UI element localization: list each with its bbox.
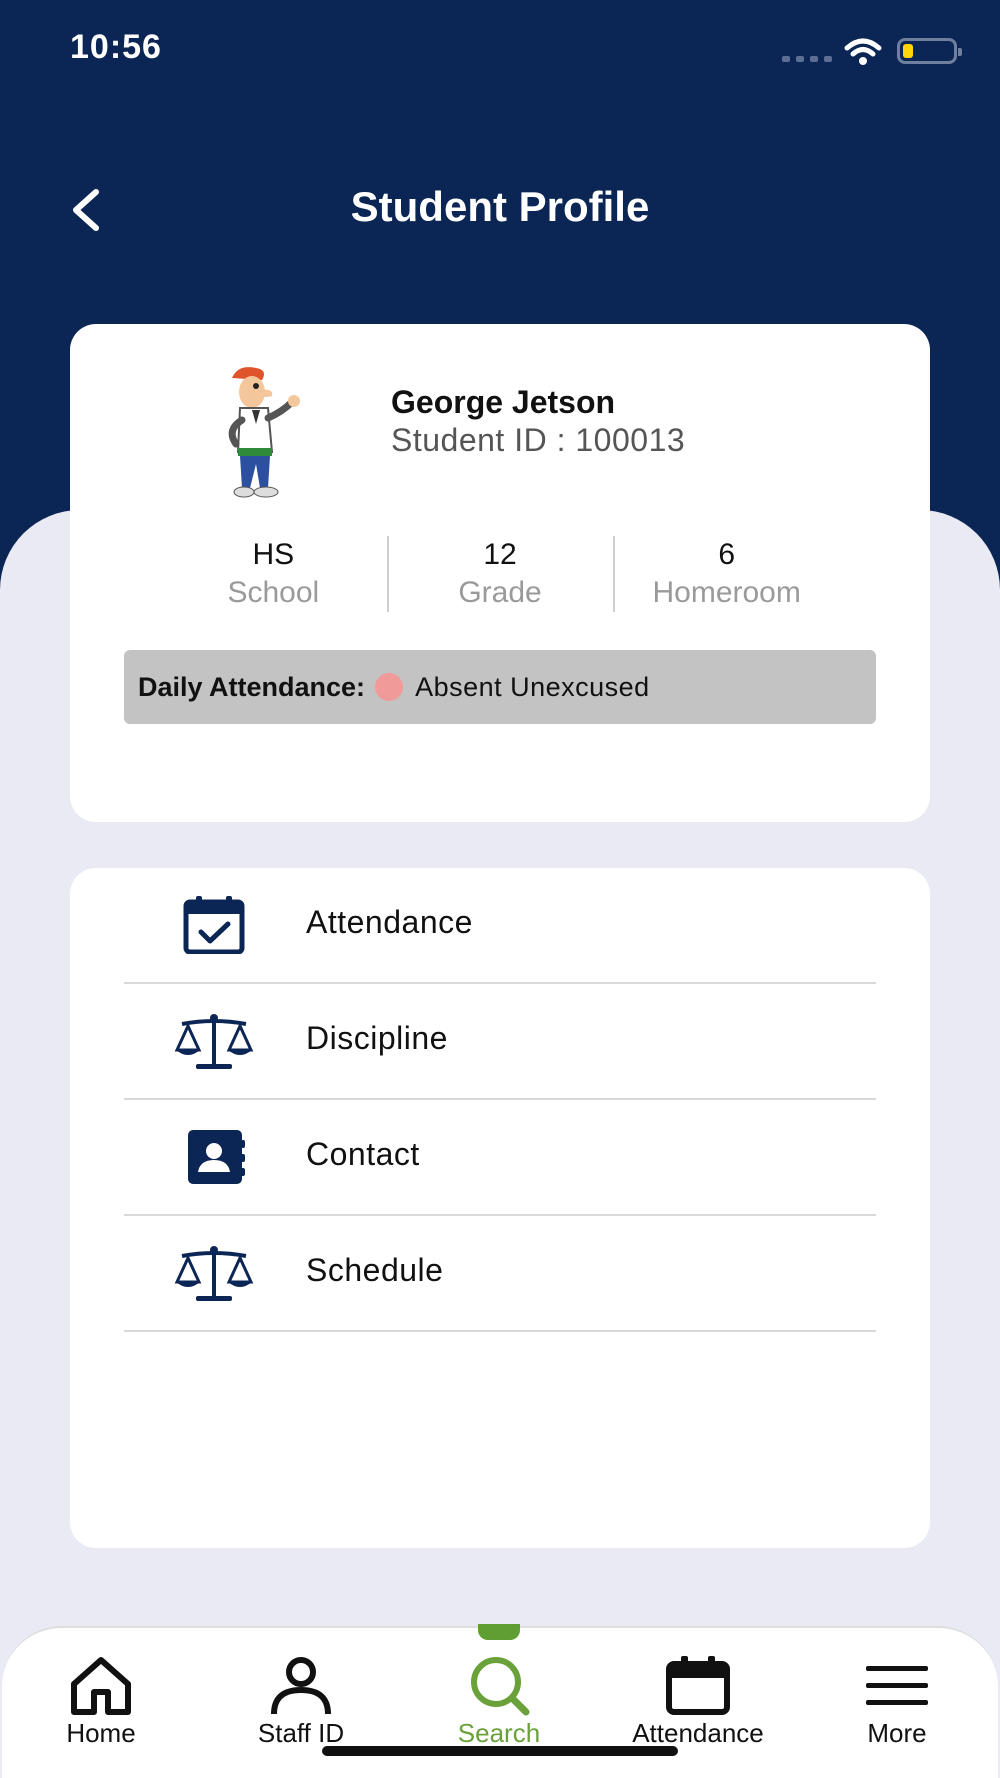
nav-label: Search	[457, 1718, 541, 1748]
stat-value: 12	[483, 538, 517, 571]
stat-label: School	[227, 576, 320, 609]
nav-label: More	[867, 1718, 927, 1748]
menu-item-label: Discipline	[306, 1020, 448, 1056]
contact-book-icon	[188, 1130, 245, 1184]
menu-item-schedule[interactable]: Schedule	[124, 1216, 876, 1332]
nav-staff-id[interactable]: Staff ID	[231, 1656, 371, 1749]
attendance-status: Absent Unexcused	[415, 671, 650, 702]
wifi-icon	[844, 38, 882, 65]
student-stats: HS School 12 Grade 6 Homeroom	[160, 536, 840, 612]
home-indicator	[322, 1746, 678, 1756]
student-id: Student ID : 100013	[391, 422, 686, 458]
stat-school: HS School	[160, 536, 387, 612]
page-title: Student Profile	[350, 183, 650, 230]
calendar-check-icon	[183, 896, 245, 954]
menu-item-label: Schedule	[306, 1252, 444, 1288]
status-time: 10:56	[70, 28, 162, 66]
student-profile-screen: 10:56 Student Profile George Jetson Stud	[0, 0, 1000, 1778]
stat-label: Homeroom	[652, 576, 801, 609]
menu-icon	[866, 1666, 928, 1705]
stat-homeroom: 6 Homeroom	[613, 536, 840, 612]
menu-item-contact[interactable]: Contact	[124, 1100, 876, 1216]
profile-menu: Attendance Discipline Contact Schedule	[70, 868, 930, 1548]
daily-attendance-bar: Daily Attendance: Absent Unexcused	[124, 650, 876, 724]
calendar-icon	[666, 1656, 730, 1715]
nav-attendance[interactable]: Attendance	[628, 1656, 768, 1749]
nav-search[interactable]: Search	[429, 1656, 569, 1749]
cellular-signal-icon	[782, 56, 832, 62]
stat-label: Grade	[458, 576, 542, 609]
stat-grade: 12 Grade	[386, 536, 614, 612]
menu-item-label: Attendance	[306, 904, 473, 940]
nav-label: Staff ID	[257, 1718, 345, 1748]
student-name: George Jetson	[391, 384, 616, 420]
stat-value: 6	[718, 538, 736, 571]
menu-item-attendance[interactable]: Attendance	[124, 868, 876, 984]
nav-more[interactable]: More	[827, 1656, 967, 1749]
battery-icon	[897, 38, 962, 64]
person-icon	[271, 1657, 331, 1715]
menu-item-label: Contact	[306, 1136, 420, 1172]
attendance-status-dot	[375, 673, 404, 701]
active-tab-indicator	[478, 1624, 520, 1640]
search-icon	[471, 1657, 530, 1716]
profile-card: George Jetson Student ID : 100013 HS Sch…	[70, 324, 930, 822]
nav-home[interactable]: Home	[31, 1656, 171, 1749]
menu-item-discipline[interactable]: Discipline	[124, 984, 876, 1100]
scale-icon	[174, 1014, 254, 1069]
stat-value: HS	[252, 538, 295, 571]
nav-label: Attendance	[632, 1718, 764, 1748]
student-avatar	[228, 367, 300, 498]
home-icon	[71, 1657, 131, 1715]
daily-attendance-label: Daily Attendance:	[138, 671, 366, 702]
scale-icon	[174, 1246, 254, 1301]
nav-label: Home	[66, 1718, 136, 1748]
